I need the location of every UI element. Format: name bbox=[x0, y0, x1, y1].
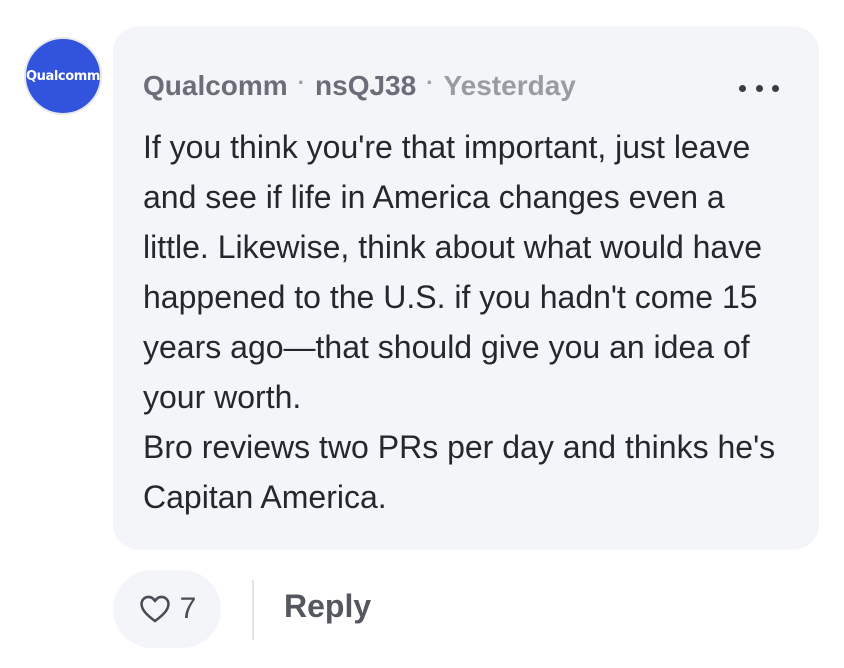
comment-body: If you think you're that important, just… bbox=[143, 122, 793, 522]
reply-button[interactable]: Reply bbox=[284, 588, 371, 625]
comment-meta: Qualcomm · nsQJ38 · Yesterday bbox=[143, 70, 576, 102]
separator-dot: · bbox=[297, 70, 306, 95]
comment-paragraph: Bro reviews two PRs per day and thinks h… bbox=[143, 429, 776, 515]
ellipsis-icon bbox=[739, 84, 746, 92]
username[interactable]: nsQJ38 bbox=[315, 70, 416, 102]
timestamp: Yesterday bbox=[443, 70, 576, 101]
ellipsis-icon bbox=[772, 84, 779, 92]
like-button[interactable]: 7 bbox=[113, 570, 221, 648]
separator-dot: · bbox=[426, 70, 434, 95]
qualcomm-logo: Qualcomm bbox=[25, 68, 101, 84]
action-divider bbox=[252, 580, 254, 640]
ellipsis-icon bbox=[755, 84, 763, 92]
comment-card: Qualcomm Qualcomm · nsQJ38 · Yesterday I… bbox=[0, 0, 844, 668]
more-options-button[interactable] bbox=[739, 74, 779, 102]
avatar[interactable]: Qualcomm bbox=[24, 37, 102, 115]
like-count: 7 bbox=[179, 592, 197, 625]
author-org[interactable]: Qualcomm bbox=[143, 70, 288, 102]
comment-bubble: Qualcomm · nsQJ38 · Yesterday If you thi… bbox=[113, 26, 819, 550]
comment-paragraph: If you think you're that important, just… bbox=[143, 129, 763, 415]
heart-outline-icon bbox=[139, 595, 170, 623]
